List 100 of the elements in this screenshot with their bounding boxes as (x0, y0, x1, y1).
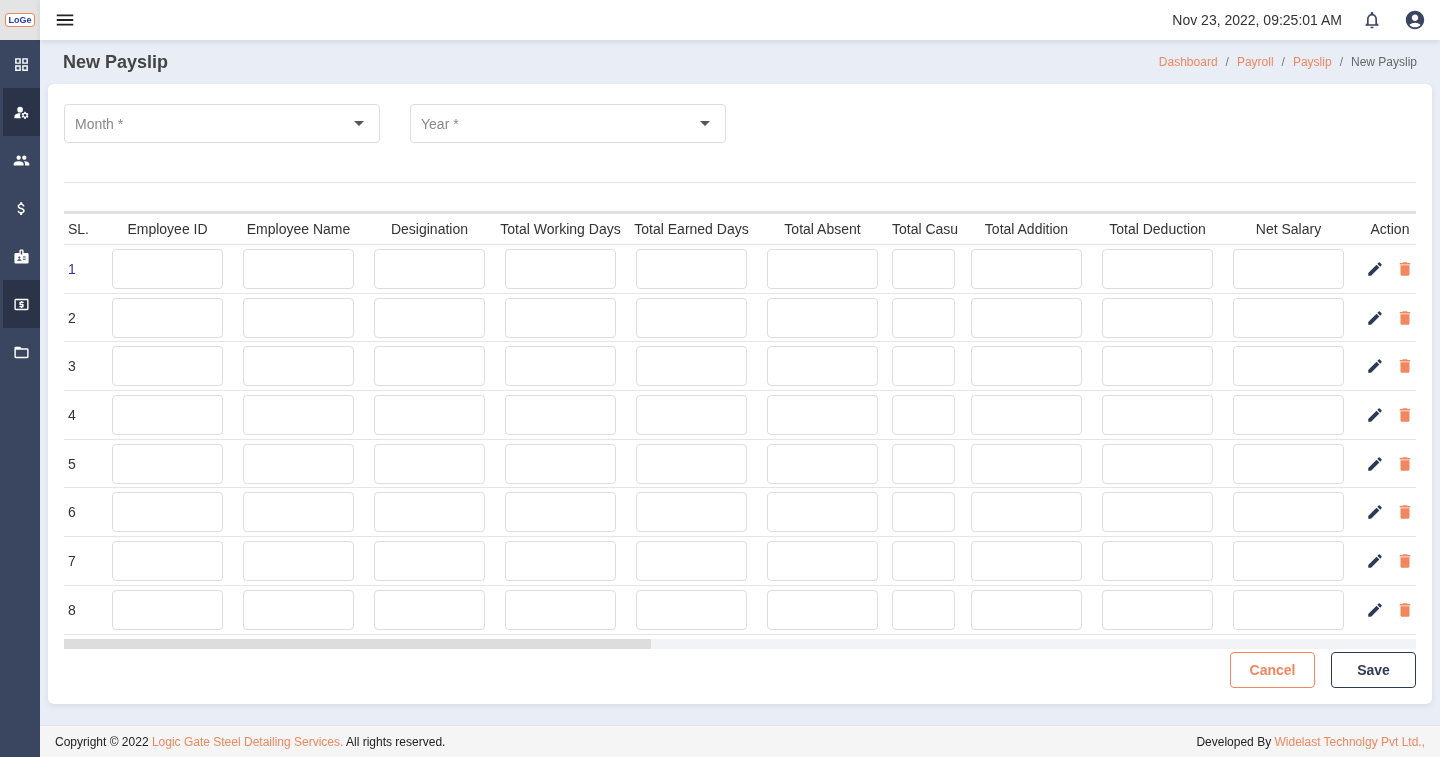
table-input-field[interactable] (1233, 540, 1344, 581)
table-input-field[interactable] (1102, 297, 1213, 338)
table-input-field[interactable] (374, 297, 485, 338)
table-input-field[interactable] (1102, 492, 1213, 533)
table-input-field[interactable] (892, 394, 955, 435)
edit-icon[interactable] (1366, 357, 1384, 376)
table-input-field[interactable] (1233, 443, 1344, 484)
table-input-field[interactable] (892, 540, 955, 581)
edit-icon[interactable] (1366, 551, 1384, 570)
table-input-field[interactable] (505, 297, 616, 338)
table-input-field[interactable] (767, 297, 878, 338)
table-input-field[interactable] (112, 540, 223, 581)
dropdown-field[interactable]: Month * (64, 104, 380, 143)
table-input-field[interactable] (243, 248, 354, 289)
table-input-field[interactable] (636, 443, 747, 484)
table-input-field[interactable] (243, 346, 354, 387)
table-input-field[interactable] (112, 589, 223, 630)
table-input-field[interactable] (112, 443, 223, 484)
table-input-field[interactable] (505, 492, 616, 533)
table-input-field[interactable] (374, 394, 485, 435)
table-input-field[interactable] (892, 492, 955, 533)
scrollbar-track[interactable] (64, 638, 1416, 649)
breadcrumb-link[interactable]: Dashboard (1158, 55, 1218, 69)
table-input-field[interactable] (971, 297, 1082, 338)
table-input-field[interactable] (971, 394, 1082, 435)
table-input-field[interactable] (892, 589, 955, 630)
table-input-field[interactable] (767, 589, 878, 630)
table-input-field[interactable] (767, 394, 878, 435)
table-input-field[interactable] (112, 492, 223, 533)
edit-icon[interactable] (1366, 503, 1384, 522)
table-input-field[interactable] (374, 443, 485, 484)
table-input-field[interactable] (374, 248, 485, 289)
table-input-field[interactable] (374, 589, 485, 630)
table-input-field[interactable] (767, 346, 878, 387)
table-input-field[interactable] (892, 248, 955, 289)
table-input-field[interactable] (505, 394, 616, 435)
table-input-field[interactable] (636, 540, 747, 581)
edit-icon[interactable] (1366, 454, 1384, 473)
table-input-field[interactable] (636, 492, 747, 533)
account-icon[interactable] (1404, 9, 1426, 31)
table-input-field[interactable] (971, 492, 1082, 533)
table-input-field[interactable] (374, 540, 485, 581)
table-input-field[interactable] (636, 589, 747, 630)
table-input-field[interactable] (1233, 248, 1344, 289)
table-input-field[interactable] (243, 540, 354, 581)
table-input-field[interactable] (971, 346, 1082, 387)
table-input-field[interactable] (1233, 589, 1344, 630)
bell-icon[interactable] (1362, 10, 1382, 30)
banknote-icon[interactable] (3, 280, 40, 328)
table-input-field[interactable] (971, 589, 1082, 630)
table-input-field[interactable] (892, 297, 955, 338)
table-input-field[interactable] (1233, 492, 1344, 533)
table-input-field[interactable] (971, 248, 1082, 289)
table-input-field[interactable] (374, 346, 485, 387)
table-input-field[interactable] (1233, 297, 1344, 338)
edit-icon[interactable] (1366, 600, 1384, 619)
user-gear-icon[interactable] (3, 88, 40, 136)
edit-icon[interactable] (1366, 308, 1384, 327)
footer-link[interactable]: Widelast Technolgy Pvt Ltd., (1274, 734, 1425, 749)
dropdown-field[interactable]: Year * (410, 104, 726, 143)
table-input-field[interactable] (243, 589, 354, 630)
table-input-field[interactable] (1102, 394, 1213, 435)
breadcrumb-link[interactable]: Payroll (1236, 55, 1274, 69)
table-input-field[interactable] (1102, 589, 1213, 630)
breadcrumb-link[interactable]: Payslip (1292, 55, 1332, 69)
table-input-field[interactable] (112, 248, 223, 289)
table-input-field[interactable] (636, 394, 747, 435)
edit-icon[interactable] (1366, 259, 1384, 278)
table-input-field[interactable] (892, 443, 955, 484)
table-input-field[interactable] (505, 248, 616, 289)
table-input-field[interactable] (1102, 540, 1213, 581)
table-input-field[interactable] (636, 297, 747, 338)
table-input-field[interactable] (1233, 346, 1344, 387)
footer-link[interactable]: Logic Gate Steel Detailing Services. (151, 734, 344, 749)
table-input-field[interactable] (971, 443, 1082, 484)
table-input-field[interactable] (505, 540, 616, 581)
table-input-field[interactable] (1102, 248, 1213, 289)
table-input-field[interactable] (243, 443, 354, 484)
table-input-field[interactable] (112, 346, 223, 387)
table-input-field[interactable] (112, 394, 223, 435)
table-input-field[interactable] (505, 346, 616, 387)
table-input-field[interactable] (112, 297, 223, 338)
table-input-field[interactable] (767, 540, 878, 581)
table-input-field[interactable] (243, 492, 354, 533)
table-input-field[interactable] (636, 248, 747, 289)
table-input-field[interactable] (1233, 394, 1344, 435)
table-input-field[interactable] (767, 248, 878, 289)
scrollbar-thumb[interactable] (64, 638, 651, 649)
save-button[interactable]: Save (1331, 652, 1416, 688)
table-input-field[interactable] (374, 492, 485, 533)
table-input-field[interactable] (505, 589, 616, 630)
cancel-button[interactable]: Cancel (1230, 652, 1315, 688)
table-input-field[interactable] (505, 443, 616, 484)
table-input-field[interactable] (892, 346, 955, 387)
table-input-field[interactable] (243, 394, 354, 435)
table-input-field[interactable] (767, 492, 878, 533)
table-input-field[interactable] (243, 297, 354, 338)
table-input-field[interactable] (1102, 346, 1213, 387)
table-input-field[interactable] (971, 540, 1082, 581)
table-input-field[interactable] (767, 443, 878, 484)
